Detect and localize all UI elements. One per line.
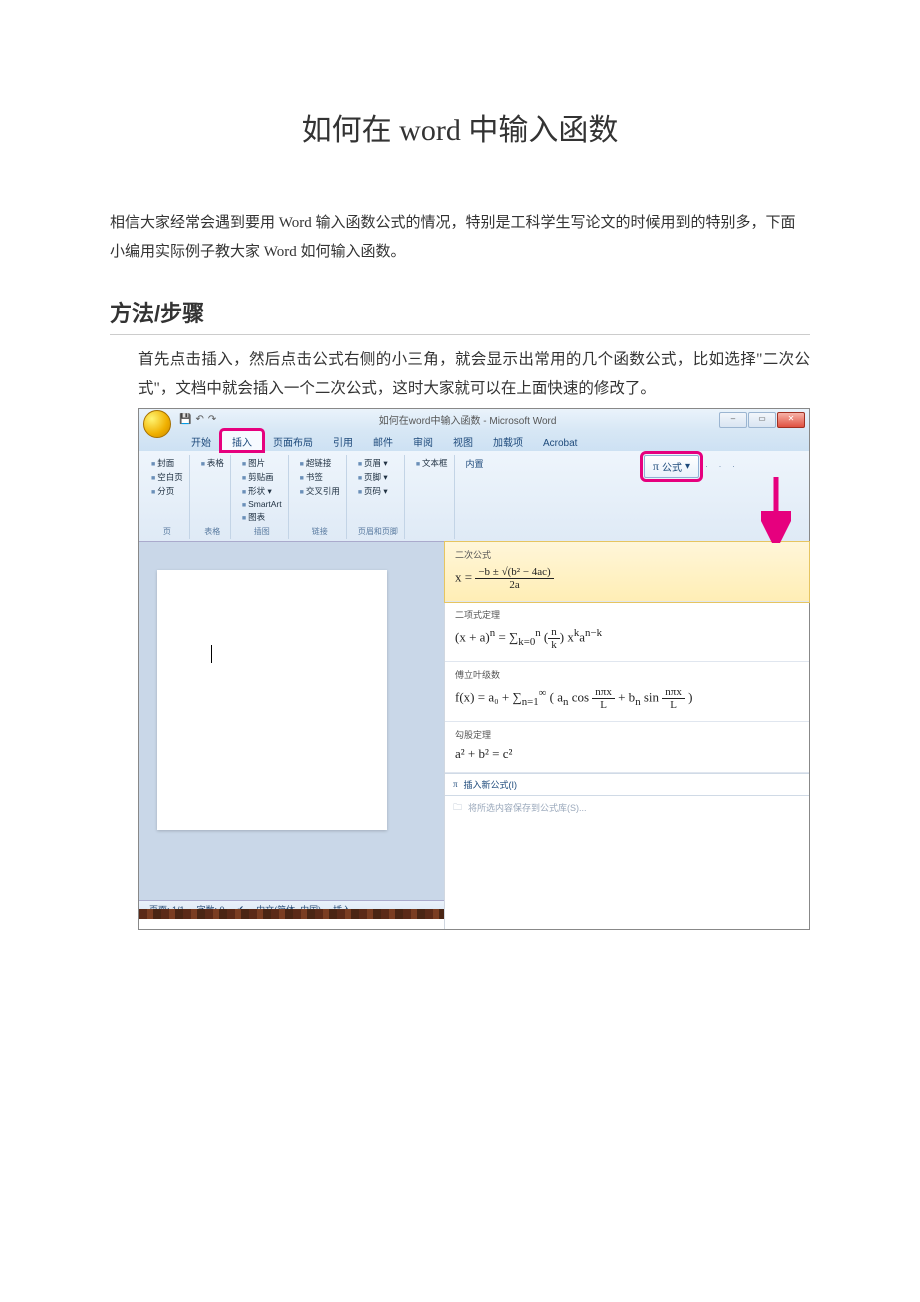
word-screenshot: 💾 ↶ ↷ 如何在word中输入函数 - Microsoft Word – ▭ … (138, 408, 810, 930)
qat-undo-icon[interactable]: ↶ (195, 414, 203, 425)
group-header-footer-label: 页眉和页脚 (358, 526, 398, 537)
gallery-item-formula: (x + a)n = ∑k=0n (nk) xkan−k (455, 624, 799, 653)
gallery-save-selection: 🗀 将所选内容保存到公式库(S)... (445, 795, 809, 820)
tab-review[interactable]: 审阅 (403, 431, 443, 451)
btn-hyperlink[interactable]: 超链接 (300, 457, 340, 469)
gallery-insert-new[interactable]: π 插入新公式(I) (445, 773, 809, 795)
close-button[interactable]: ✕ (777, 412, 805, 428)
watermark: Baidu 经验 (743, 886, 799, 903)
intro-paragraph: 相信大家经常会遇到要用 Word 输入函数公式的情况，特别是工科学生写论文的时候… (110, 209, 810, 266)
document-area[interactable] (139, 542, 444, 900)
btn-bookmark[interactable]: 书签 (300, 471, 340, 483)
section-heading: 方法/步骤 (110, 296, 810, 335)
ribbon: 封面 空白页 分页 页 表格 表格 图片 剪贴画 形状 ▾ SmartArt 图… (139, 451, 809, 542)
page-title: 如何在 word 中输入函数 (110, 105, 810, 149)
tab-page-layout[interactable]: 页面布局 (263, 431, 323, 451)
btn-textbox[interactable]: 文本框 (416, 457, 448, 469)
group-illustrations: 图片 剪贴画 形状 ▾ SmartArt 图表 插图 (236, 455, 289, 539)
gallery-item-label: 二次公式 (455, 548, 799, 561)
gallery-builtin-label: 内置 (466, 457, 484, 470)
tab-acrobat[interactable]: Acrobat (533, 435, 587, 451)
tab-insert[interactable]: 插入 (221, 430, 263, 451)
tab-mailings[interactable]: 邮件 (363, 431, 403, 451)
btn-cross-ref[interactable]: 交叉引用 (300, 485, 340, 497)
gallery-item-1[interactable]: 二项式定理 (x + a)n = ∑k=0n (nk) xkan−k (445, 602, 809, 662)
minimize-button[interactable]: – (719, 412, 747, 428)
btn-table[interactable]: 表格 (201, 457, 224, 469)
desktop-strip (139, 909, 444, 919)
save-icon: 🗀 (453, 800, 462, 816)
pi-icon: π (653, 459, 659, 474)
btn-cover-page[interactable]: 封面 (151, 457, 183, 469)
group-illustrations-label: 插图 (242, 526, 282, 537)
gallery-save-selection-label: 将所选内容保存到公式库(S)... (468, 801, 587, 814)
qat-save-icon[interactable]: 💾 (179, 414, 191, 425)
gallery-item-label: 勾股定理 (455, 728, 799, 741)
btn-footer[interactable]: 页脚 ▾ (358, 471, 398, 483)
text-cursor (211, 645, 212, 663)
tab-addins[interactable]: 加载项 (483, 431, 533, 451)
pi-icon: π (453, 779, 458, 789)
btn-clipart[interactable]: 剪贴画 (242, 471, 282, 483)
ribbon-more-icon: · · · (705, 461, 739, 471)
gallery-item-label: 二项式定理 (455, 608, 799, 621)
btn-shapes[interactable]: 形状 ▾ (242, 485, 282, 497)
gallery-item-2[interactable]: 傅立叶级数 f(x) = a₀ + ∑n=1∞ ( an cos nπxL + b… (445, 662, 809, 722)
btn-page-number[interactable]: 页码 ▾ (358, 485, 398, 497)
group-links-label: 链接 (300, 526, 340, 537)
maximize-button[interactable]: ▭ (748, 412, 776, 428)
step-1-text: 首先点击插入，然后点击公式右侧的小三角，就会显示出常用的几个函数公式，比如选择"… (138, 345, 810, 404)
gallery-item-formula: a² + b² = c² (455, 744, 799, 764)
equation-button[interactable]: π 公式 ▾ (644, 455, 699, 478)
gallery-item-formula: f(x) = a₀ + ∑n=1∞ ( an cos nπxL + bn sin… (455, 684, 799, 713)
btn-header[interactable]: 页眉 ▾ (358, 457, 398, 469)
tab-references[interactable]: 引用 (323, 431, 363, 451)
tab-home[interactable]: 开始 (181, 431, 221, 451)
gallery-item-label: 傅立叶级数 (455, 668, 799, 681)
equation-gallery: 二次公式 x = −b ± √(b² − 4ac)2a 二项式定理 (x + a)n … (444, 542, 809, 929)
group-links: 超链接 书签 交叉引用 链接 (294, 455, 347, 539)
titlebar: 💾 ↶ ↷ 如何在word中输入函数 - Microsoft Word – ▭ … (139, 409, 809, 431)
window-title: 如何在word中输入函数 - Microsoft Word (379, 412, 557, 427)
group-tables: 表格 表格 (195, 455, 231, 539)
chevron-down-icon: ▾ (685, 461, 690, 472)
group-tables-label: 表格 (201, 526, 224, 537)
btn-blank-page[interactable]: 空白页 (151, 471, 183, 483)
btn-chart[interactable]: 图表 (242, 511, 282, 523)
gallery-item-3[interactable]: 勾股定理 a² + b² = c² (445, 722, 809, 773)
btn-picture[interactable]: 图片 (242, 457, 282, 469)
tab-view[interactable]: 视图 (443, 431, 483, 451)
btn-page-break[interactable]: 分页 (151, 485, 183, 497)
group-header-footer: 页眉 ▾ 页脚 ▾ 页码 ▾ 页眉和页脚 (352, 455, 405, 539)
office-button[interactable] (143, 410, 171, 438)
gallery-item-0[interactable]: 二次公式 x = −b ± √(b² − 4ac)2a (445, 542, 809, 602)
btn-smartart[interactable]: SmartArt (242, 499, 282, 509)
document-page (157, 570, 387, 830)
equation-button-label: 公式 (662, 459, 682, 474)
group-pages-label: 页 (151, 526, 183, 537)
group-pages: 封面 空白页 分页 页 (145, 455, 190, 539)
gallery-insert-new-label: 插入新公式(I) (464, 778, 518, 791)
gallery-item-formula: x = −b ± √(b² − 4ac)2a (455, 564, 799, 593)
ribbon-tabs: 开始 插入 页面布局 引用 邮件 审阅 视图 加载项 Acrobat (139, 431, 809, 451)
group-text: 文本框 (410, 455, 455, 539)
qat-redo-icon[interactable]: ↷ (208, 414, 216, 425)
